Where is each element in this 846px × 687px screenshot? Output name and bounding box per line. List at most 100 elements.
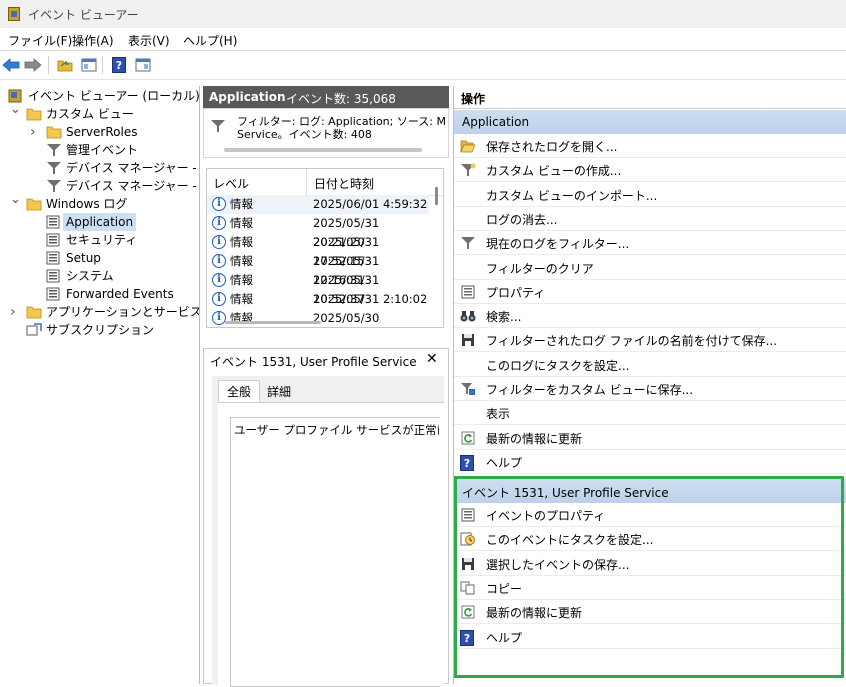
- table-row[interactable]: i 情報 2025/06/01 4:59:32: [207, 195, 429, 214]
- description-box[interactable]: ユーザー プロファイル サービスが正常に開始: [230, 417, 440, 687]
- expanded-chevron-icon[interactable]: ⌄: [10, 191, 21, 209]
- action-item[interactable]: 最新の情報に更新: [454, 426, 846, 450]
- log-icon: [46, 287, 60, 301]
- info-icon: i: [212, 292, 226, 306]
- save-filter-icon: [460, 382, 476, 396]
- tree-item[interactable]: デバイス マネージャー - Broth: [0, 159, 199, 177]
- filter-icon: [46, 179, 61, 193]
- tree-item[interactable]: サブスクリプション: [0, 321, 199, 339]
- tree-item[interactable]: システム: [0, 267, 199, 285]
- menu-action[interactable]: 操作(A): [72, 32, 114, 49]
- tab-general[interactable]: 全般: [218, 380, 260, 403]
- action-item[interactable]: プロパティ: [454, 280, 846, 304]
- column-level[interactable]: レベル: [213, 175, 249, 192]
- action-item[interactable]: 現在のログをフィルター...: [454, 231, 846, 256]
- tree-item[interactable]: ⌄ カスタム ビュー: [0, 102, 199, 123]
- table-row[interactable]: i 情報 2025/05/31 12:16:31: [207, 252, 429, 287]
- table-row[interactable]: i 情報 2025/05/31 17:52:15: [207, 233, 429, 268]
- tree-item[interactable]: Setup: [0, 249, 199, 267]
- tab-details[interactable]: 詳細: [260, 382, 298, 402]
- log-icon: [46, 233, 60, 247]
- tree-item-label: イベント ビューアー (ローカル): [28, 89, 200, 103]
- subscription-icon: [26, 323, 42, 337]
- table-row[interactable]: i 情報 2025/05/30 17:35:25: [207, 309, 429, 327]
- section-application[interactable]: Application: [454, 110, 846, 134]
- highlight-box: [454, 476, 844, 678]
- action-item-label: 表示: [486, 407, 511, 422]
- filter-icon: [460, 236, 476, 250]
- action-item[interactable]: このログにタスクを設定...: [454, 353, 846, 377]
- tree-item[interactable]: セキュリティ: [0, 231, 199, 249]
- action-pane-icon[interactable]: [134, 56, 152, 74]
- folder-icon: [26, 305, 42, 319]
- filter-scrollbar[interactable]: [224, 148, 422, 152]
- tree-item[interactable]: イベント ビューアー (ローカル): [0, 87, 199, 105]
- expanded-chevron-icon[interactable]: ⌄: [10, 101, 21, 119]
- back-arrow-icon[interactable]: [2, 56, 20, 74]
- save-icon: [460, 333, 476, 347]
- general-tab-content: ユーザー プロファイル サービスが正常に開始: [218, 402, 444, 687]
- action-item[interactable]: カスタム ビューのインポート...: [454, 183, 846, 207]
- tree-item-label: システム: [66, 269, 114, 283]
- datetime-cell: 2025/05/30 17:35:25: [313, 311, 380, 325]
- table-row[interactable]: i 情報 2025/05/31 2:10:02: [207, 290, 429, 309]
- tree-item[interactable]: Application: [0, 213, 199, 231]
- list-hscrollbar[interactable]: [225, 321, 321, 324]
- action-item[interactable]: 検索...: [454, 304, 846, 329]
- close-icon[interactable]: ✕: [426, 351, 438, 367]
- help-icon[interactable]: ?: [110, 56, 128, 74]
- table-row[interactable]: i 情報 2025/05/31 10:52:37: [207, 271, 429, 306]
- tree-item[interactable]: › アプリケーションとサービス ログ: [0, 303, 199, 321]
- log-icon: [46, 251, 60, 265]
- tree-item-label: デバイス マネージャー - Broth: [66, 161, 199, 175]
- svg-text:?: ?: [116, 59, 122, 72]
- column-divider[interactable]: [306, 169, 307, 195]
- level-cell: 情報: [230, 292, 253, 306]
- datetime-cell: 2025/06/01 4:59:32: [313, 197, 428, 211]
- action-item-label: 現在のログをフィルター...: [486, 237, 630, 252]
- tree-item-label: Setup: [66, 251, 101, 265]
- menu-help[interactable]: ヘルプ(H): [183, 32, 237, 49]
- tree-item-label: 管理イベント: [66, 143, 139, 157]
- filter-icon: [210, 119, 226, 136]
- toolbar-separator: [102, 56, 103, 74]
- action-item[interactable]: フィルターされたログ ファイルの名前を付けて保存...: [454, 328, 846, 353]
- actions-header: 操作: [454, 86, 846, 109]
- action-item-label: 保存されたログを開く...: [486, 140, 618, 154]
- info-icon: i: [212, 273, 226, 287]
- action-item-label: カスタム ビューのインポート...: [486, 188, 658, 203]
- column-datetime[interactable]: 日付と時刻: [314, 175, 374, 192]
- action-item[interactable]: カスタム ビューの作成...: [454, 158, 846, 183]
- tree-item[interactable]: › ServerRoles: [0, 123, 199, 141]
- list-scrollbar-thumb[interactable]: [435, 187, 438, 205]
- create-view-icon: [460, 163, 476, 177]
- properties-icon: [460, 285, 476, 299]
- tree-item[interactable]: Forwarded Events: [0, 285, 199, 303]
- collapsed-chevron-icon[interactable]: ›: [10, 303, 16, 321]
- detail-title: イベント 1531, User Profile Service: [210, 355, 417, 369]
- open-folder-icon[interactable]: [56, 56, 74, 74]
- forward-arrow-icon[interactable]: [24, 56, 42, 74]
- show-pane-icon[interactable]: [80, 56, 98, 74]
- tree-item[interactable]: ⌄ Windows ログ: [0, 192, 199, 213]
- table-row[interactable]: i 情報 2025/05/31 20:21:20: [207, 214, 429, 249]
- filter-info: フィルター: ログ: Application; ソース: Microso Ser…: [203, 108, 449, 158]
- action-item-label: フィルターをカスタム ビューに保存...: [486, 383, 694, 397]
- action-item[interactable]: 表示: [454, 401, 846, 426]
- action-item[interactable]: 保存されたログを開く...: [454, 134, 846, 158]
- menu-file[interactable]: ファイル(F): [8, 32, 72, 49]
- menu-view[interactable]: 表示(V): [128, 32, 170, 49]
- action-item[interactable]: ? ヘルプ: [454, 450, 846, 474]
- tree-item[interactable]: 管理イベント: [0, 141, 199, 159]
- folder-icon: [26, 197, 42, 211]
- event-detail-pane: イベント 1531, User Profile Service ✕ 全般 詳細 …: [203, 348, 449, 687]
- level-cell: 情報: [230, 216, 253, 230]
- level-cell: 情報: [230, 197, 253, 211]
- action-item[interactable]: フィルターをカスタム ビューに保存...: [454, 377, 846, 401]
- action-item[interactable]: ログの消去...: [454, 207, 846, 231]
- tree-item-label: アプリケーションとサービス ログ: [46, 305, 200, 319]
- event-viewer-icon: [8, 7, 20, 21]
- collapsed-chevron-icon[interactable]: ›: [30, 123, 36, 141]
- action-item[interactable]: フィルターのクリア: [454, 256, 846, 280]
- tree-item[interactable]: デバイス マネージャー - Broth: [0, 177, 199, 195]
